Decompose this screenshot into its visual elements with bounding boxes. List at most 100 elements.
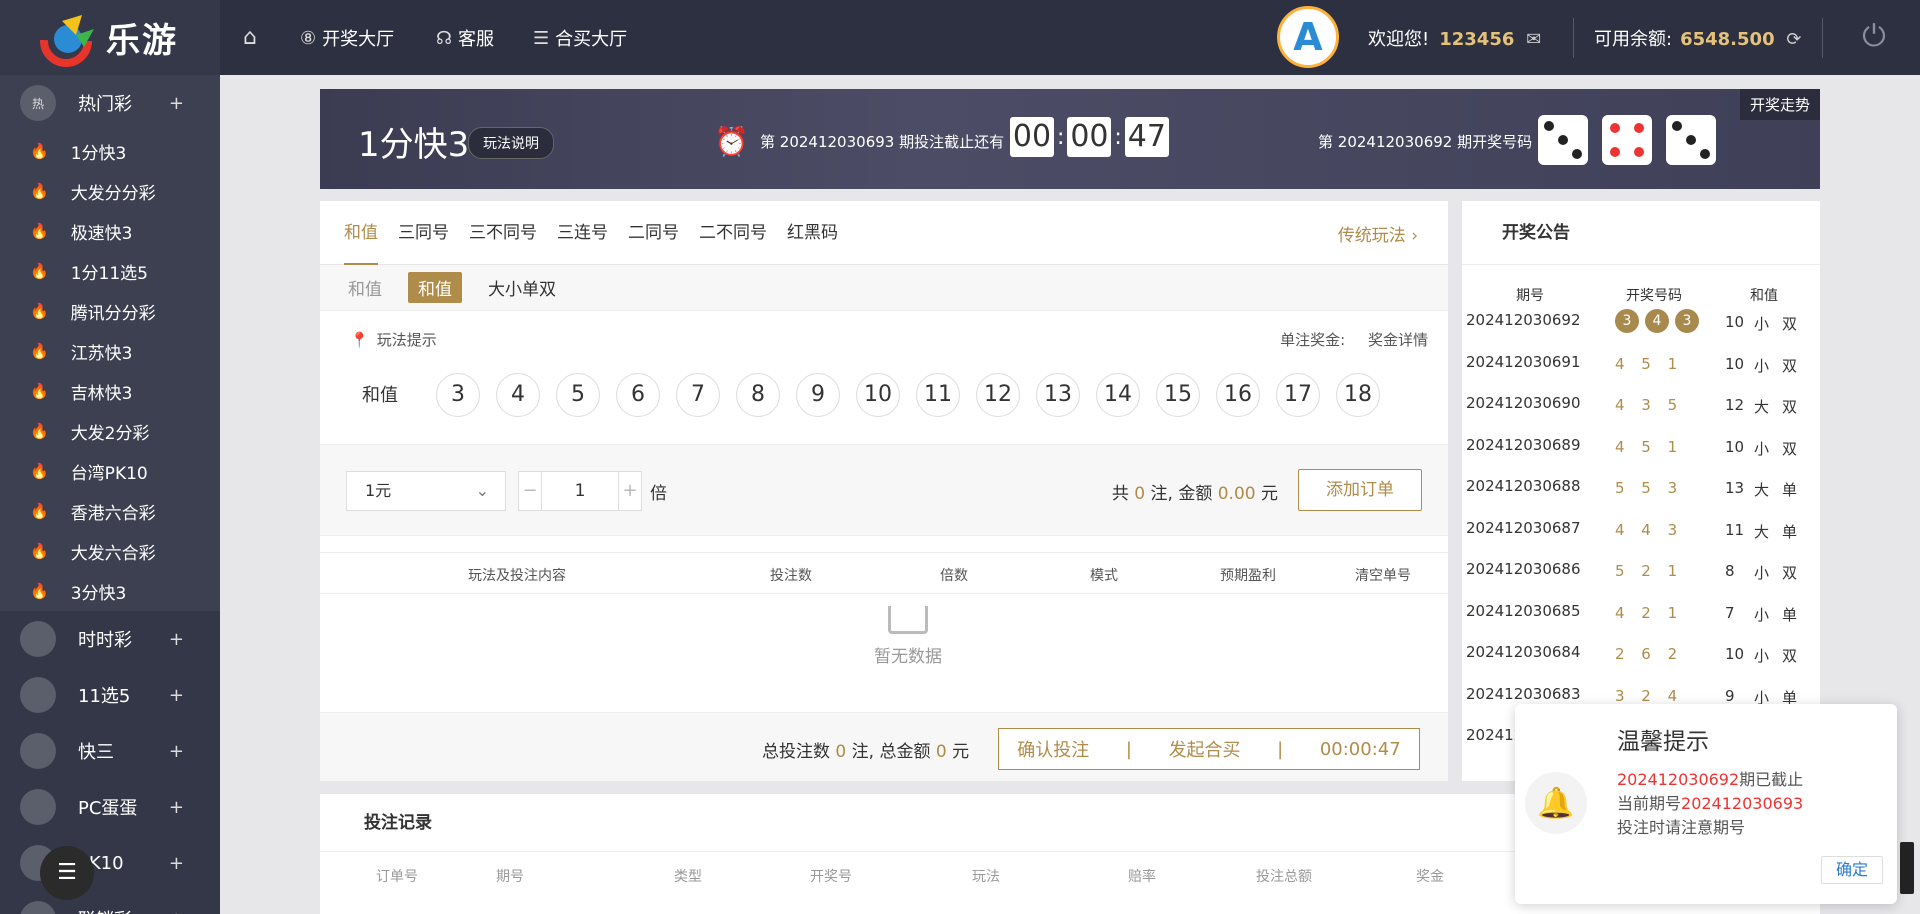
notice-sum: 7 xyxy=(1725,603,1735,622)
sidebar-group[interactable]: 11选5 + xyxy=(0,667,220,723)
notice-issue: 202412030690 xyxy=(1466,394,1581,412)
timer-minutes: 00 xyxy=(1067,117,1112,157)
notice-size: 小 xyxy=(1754,647,1770,665)
sidebar-group[interactable]: 联销彩 + xyxy=(0,891,220,914)
number-ball[interactable]: 7 xyxy=(676,373,720,417)
number-ball[interactable]: 8 xyxy=(736,373,780,417)
fire-icon: 🔥 xyxy=(30,342,49,360)
total-amount: 0.00 xyxy=(1217,484,1256,504)
order-table-col[interactable]: 清空单号 xyxy=(1355,565,1411,585)
sidebar-item[interactable]: 🔥 大发六合彩 xyxy=(0,531,220,571)
subtab-size-parity[interactable]: 大小单双 xyxy=(488,275,556,300)
number-ball[interactable]: 18 xyxy=(1336,373,1380,417)
number-ball[interactable]: 3 xyxy=(436,373,480,417)
number-ball[interactable]: 15 xyxy=(1156,373,1200,417)
timer-hours: 00 xyxy=(1010,117,1054,157)
number-ball[interactable]: 9 xyxy=(796,373,840,417)
sidebar-item[interactable]: 🔥 大发2分彩 xyxy=(0,411,220,451)
play-tab[interactable]: 和值 xyxy=(344,201,378,265)
username: 123456 xyxy=(1439,29,1515,50)
play-tab[interactable]: 三不同号 xyxy=(469,201,537,265)
trend-button[interactable]: 开奖走势 xyxy=(1739,89,1820,120)
total-count: 0 xyxy=(1134,484,1146,504)
location-pin-icon: 📍 xyxy=(350,331,369,349)
notice-sum: 10 xyxy=(1725,437,1745,456)
records-col: 订单号 xyxy=(376,869,418,885)
brand-logo[interactable]: 乐游 xyxy=(0,0,220,75)
sidebar-group-hot[interactable]: 热 热门彩 + xyxy=(0,75,220,131)
separator: | xyxy=(1277,738,1284,760)
prize-detail-link[interactable]: 奖金详情 xyxy=(1368,331,1428,349)
sidebar-item[interactable]: 🔥 吉林快3 xyxy=(0,371,220,411)
sum-amount: 0 xyxy=(935,742,947,762)
number-ball[interactable]: 16 xyxy=(1216,373,1260,417)
refresh-icon[interactable]: ⟳ xyxy=(1786,29,1801,50)
play-tab[interactable]: 二同号 xyxy=(628,201,679,265)
nav-service[interactable]: ☊ 客服 xyxy=(436,25,494,51)
sidebar-item-label: 香港六合彩 xyxy=(70,503,156,524)
multiplier-stepper[interactable]: − 1 + xyxy=(518,471,642,511)
number-ball[interactable]: 5 xyxy=(556,373,600,417)
unit-value: 1元 xyxy=(365,481,392,500)
number-ball[interactable]: 4 xyxy=(496,373,540,417)
plus-icon: + xyxy=(169,909,184,914)
unit-select[interactable]: 1元 ⌄ xyxy=(346,471,506,511)
total-prefix: 共 xyxy=(1111,484,1129,504)
sidebar-item-label: 1分快3 xyxy=(70,143,127,164)
avatar[interactable]: A xyxy=(1277,6,1339,68)
notice-issue: 202412030688 xyxy=(1466,477,1581,495)
minus-button[interactable]: − xyxy=(519,472,541,510)
lottery-group-icon xyxy=(20,621,56,657)
sidebar-item[interactable]: 🔥 1分快3 xyxy=(0,131,220,171)
sidebar-item[interactable]: 🔥 3分快3 xyxy=(0,571,220,611)
number-ball[interactable]: 14 xyxy=(1096,373,1140,417)
play-tab[interactable]: 红黑码 xyxy=(787,201,838,265)
dice-pip xyxy=(1686,135,1696,145)
plus-button[interactable]: + xyxy=(619,472,641,510)
number-ball[interactable]: 6 xyxy=(616,373,660,417)
fire-icon: 🔥 xyxy=(30,422,49,440)
sidebar-item[interactable]: 🔥 腾讯分分彩 xyxy=(0,291,220,331)
play-tab[interactable]: 三连号 xyxy=(557,201,608,265)
home-button[interactable]: ⌂ xyxy=(243,25,257,50)
confirm-bet-button[interactable]: 确认投注 xyxy=(1017,736,1089,762)
howto-button[interactable]: 玩法说明 xyxy=(468,127,554,159)
multiplier-input[interactable]: 1 xyxy=(541,472,619,510)
sidebar-item[interactable]: 🔥 极速快3 xyxy=(0,211,220,251)
play-tab[interactable]: 三同号 xyxy=(398,201,449,265)
subtab-sum[interactable]: 和值 xyxy=(408,272,462,303)
number-ball[interactable]: 17 xyxy=(1276,373,1320,417)
number-ball[interactable]: 10 xyxy=(856,373,900,417)
number-ball[interactable]: 11 xyxy=(916,373,960,417)
timer-seconds: 47 xyxy=(1124,117,1169,157)
sidebar-item[interactable]: 🔥 江苏快3 xyxy=(0,331,220,371)
fire-icon: 🔥 xyxy=(30,502,49,520)
mail-icon[interactable]: ✉ xyxy=(1526,29,1541,50)
number-ball[interactable]: 12 xyxy=(976,373,1020,417)
joint-purchase-button[interactable]: 发起合买 xyxy=(1169,736,1241,762)
popup-ok-button[interactable]: 确定 xyxy=(1821,856,1883,884)
menu-button[interactable]: ☰ xyxy=(40,846,94,900)
play-tip[interactable]: 📍 玩法提示 xyxy=(350,329,437,350)
sidebar-group[interactable]: PC蛋蛋 + xyxy=(0,779,220,835)
sidebar-item[interactable]: 🔥 大发分分彩 xyxy=(0,171,220,211)
order-table-header: 玩法及投注内容 投注数 倍数 模式 预期盈利 清空单号 xyxy=(320,552,1448,594)
scroll-handle[interactable] xyxy=(1900,842,1914,894)
power-icon[interactable]: ⏻ xyxy=(1855,18,1893,56)
classic-play-link[interactable]: 传统玩法 › xyxy=(1338,221,1418,246)
classic-label: 传统玩法 xyxy=(1337,226,1406,246)
sidebar-item[interactable]: 🔥 香港六合彩 xyxy=(0,491,220,531)
sidebar-item[interactable]: 🔥 台湾PK10 xyxy=(0,451,220,491)
add-order-button[interactable]: 添加订单 xyxy=(1298,469,1422,511)
sidebar-group[interactable]: 时时彩 + xyxy=(0,611,220,667)
sidebar-group[interactable]: 快三 + xyxy=(0,723,220,779)
sidebar-item[interactable]: 🔥 1分11选5 xyxy=(0,251,220,291)
nav-joint-hall[interactable]: ☰ 合买大厅 xyxy=(533,25,627,51)
prize-info: 单注奖金: 奖金详情 xyxy=(1280,329,1428,350)
play-tip-label: 玩法提示 xyxy=(376,331,437,349)
play-tab[interactable]: 二不同号 xyxy=(699,201,767,265)
bell-icon: 🔔 xyxy=(1525,772,1587,834)
nav-lottery-hall[interactable]: ⑧ 开奖大厅 xyxy=(300,25,394,51)
sidebar-group[interactable]: PK10 + xyxy=(0,835,220,891)
number-ball[interactable]: 13 xyxy=(1036,373,1080,417)
